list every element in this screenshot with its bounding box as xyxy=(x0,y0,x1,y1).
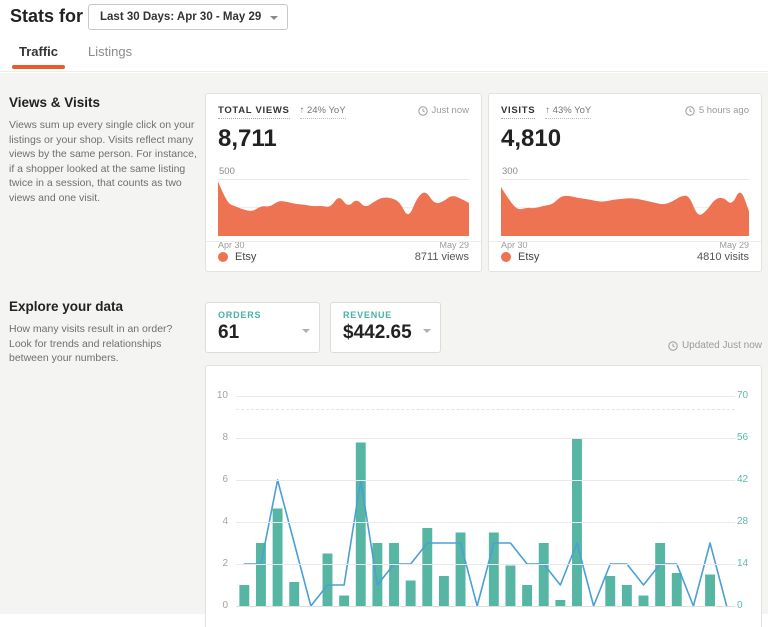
total-views-area-svg xyxy=(218,181,469,236)
grid-line xyxy=(236,606,735,607)
orders-revenue-chart-card: 0 2 4 6 8 10 0 14 28 42 56 70 xyxy=(205,365,762,627)
chevron-down-icon xyxy=(270,16,279,20)
page-title: Stats for xyxy=(10,6,84,26)
tab-bar: Traffic Listings xyxy=(0,32,768,72)
clock-icon xyxy=(417,105,428,116)
total-views-area-chart[interactable]: 500 xyxy=(218,166,469,236)
grid-line xyxy=(236,438,735,439)
right-axis-tick: 56 xyxy=(737,432,749,443)
total-views-updated: Just now xyxy=(417,105,469,116)
content-area: Views & Visits Views sum up every single… xyxy=(0,73,768,627)
visits-area-chart[interactable]: 300 xyxy=(501,166,749,236)
visits-updated: 5 hours ago xyxy=(685,105,749,116)
visits-label[interactable]: VISITS xyxy=(501,105,536,119)
right-axis-tick: 0 xyxy=(737,600,743,611)
total-views-ymax-label: 500 xyxy=(219,166,235,177)
explore-intro: Explore your data How many visits result… xyxy=(9,299,197,366)
chevron-down-icon xyxy=(302,329,310,333)
metric-selector-row: ORDERS 61 REVENUE $442.65 Updated Just n… xyxy=(205,302,762,353)
views-visits-description: Views sum up every single click on your … xyxy=(9,119,197,204)
orders-revenue-combo-chart[interactable]: 0 2 4 6 8 10 0 14 28 42 56 70 xyxy=(217,390,748,611)
visits-sum: 4810 visits xyxy=(697,250,749,263)
left-axis-tick: 10 xyxy=(216,390,228,401)
visits-value: 4,810 xyxy=(501,125,562,152)
legend-source: Etsy xyxy=(518,250,540,263)
explore-updated: Updated Just now xyxy=(668,340,762,353)
left-axis-tick: 4 xyxy=(222,516,228,527)
left-axis-tick: 2 xyxy=(222,558,228,569)
revenue-value: $442.65 xyxy=(343,322,412,343)
left-axis-tick: 8 xyxy=(222,432,228,443)
visits-ymax-label: 300 xyxy=(502,166,518,177)
combo-chart-svg xyxy=(239,438,735,606)
grid-line xyxy=(236,396,735,397)
visits-card: VISITS ↑ 43% YoY 5 hours ago 4,810 300 A… xyxy=(488,93,762,272)
legend-source: Etsy xyxy=(235,250,257,263)
page-header: Stats for Last 30 Days: Apr 30 - May 29 xyxy=(0,0,768,32)
chevron-down-icon xyxy=(422,329,431,333)
grid-line xyxy=(236,480,735,481)
left-axis-tick: 6 xyxy=(222,474,228,485)
active-tab-indicator xyxy=(12,65,66,69)
revenue-dropdown[interactable]: REVENUE $442.65 xyxy=(330,302,441,353)
right-axis-tick: 42 xyxy=(737,474,749,485)
date-range-label: Last 30 Days: Apr 30 - May 29 xyxy=(100,11,262,23)
left-axis-tick: 0 xyxy=(222,600,228,611)
orders-label: ORDERS xyxy=(218,310,262,320)
right-axis-tick: 14 xyxy=(737,558,749,569)
total-views-yoy-badge[interactable]: ↑ 24% YoY xyxy=(299,105,346,119)
grid-line xyxy=(236,564,735,565)
date-range-dropdown[interactable]: Last 30 Days: Apr 30 - May 29 xyxy=(88,4,289,30)
tab-listings[interactable]: Listings xyxy=(88,44,132,59)
total-views-card: TOTAL VIEWS ↑ 24% YoY Just now 8,711 500… xyxy=(205,93,482,272)
total-views-legend: Etsy 8711 views xyxy=(206,241,481,271)
etsy-legend-dot-icon xyxy=(501,251,511,262)
clock-icon xyxy=(668,340,678,351)
explore-heading: Explore your data xyxy=(9,299,124,314)
total-views-label[interactable]: TOTAL VIEWS xyxy=(218,105,290,119)
total-views-value: 8,711 xyxy=(218,125,277,152)
visits-legend: Etsy 4810 visits xyxy=(489,241,761,271)
orders-value: 61 xyxy=(218,322,240,343)
visits-yoy-badge[interactable]: ↑ 43% YoY xyxy=(545,105,592,119)
grid-line xyxy=(236,522,735,523)
views-visits-intro: Views & Visits Views sum up every single… xyxy=(9,95,201,205)
right-axis-tick: 70 xyxy=(737,390,749,401)
orders-dropdown[interactable]: ORDERS 61 xyxy=(205,302,320,353)
explore-description: How many visits result in an order? Look… xyxy=(9,323,173,364)
visits-area-svg xyxy=(501,186,749,236)
etsy-legend-dot-icon xyxy=(218,251,228,262)
right-axis-tick: 28 xyxy=(737,516,749,527)
tab-traffic[interactable]: Traffic xyxy=(12,44,66,69)
revenue-label: REVENUE xyxy=(343,310,393,320)
total-views-sum: 8711 views xyxy=(414,250,469,263)
clock-icon xyxy=(685,105,695,116)
views-visits-heading: Views & Visits xyxy=(9,95,101,110)
